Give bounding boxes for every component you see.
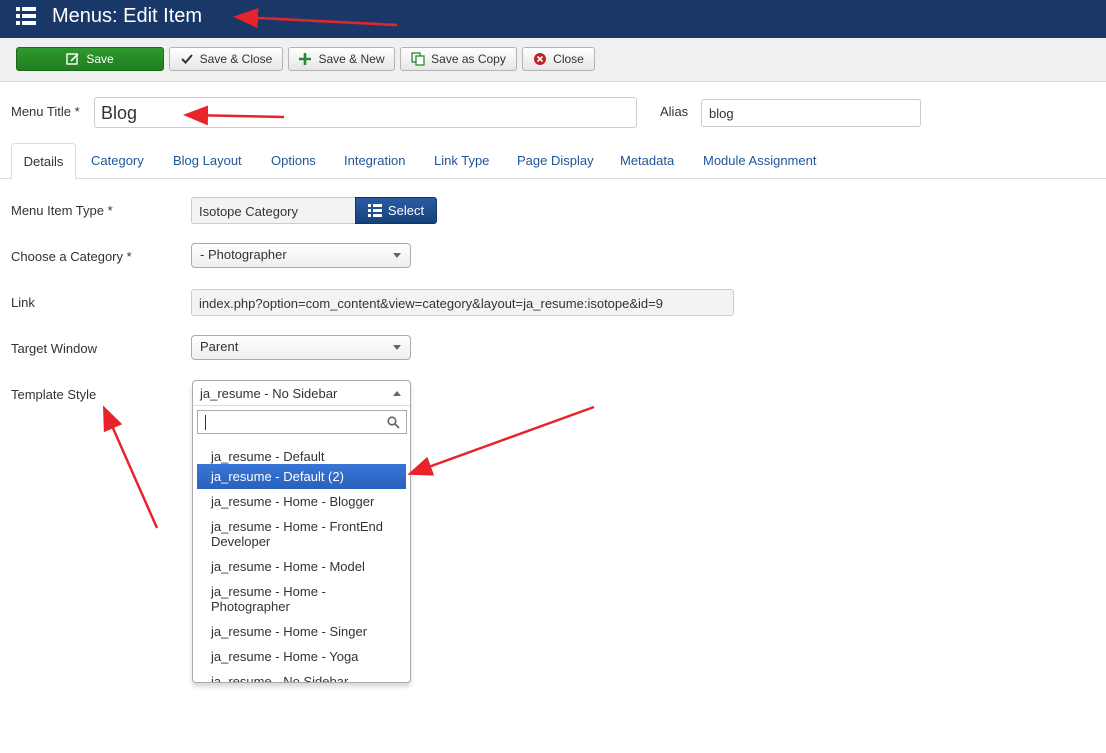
close-button[interactable]: Close (522, 47, 595, 71)
menu-item-type-field: Isotope Category (191, 197, 357, 224)
select-type-button[interactable]: Select (355, 197, 437, 224)
plus-icon (299, 53, 312, 65)
save-copy-button[interactable]: Save as Copy (400, 47, 517, 71)
dropdown-search-input[interactable] (197, 410, 407, 434)
link-label: Link (11, 295, 35, 310)
dropdown-option[interactable]: ja_resume - Home - Yoga (197, 649, 406, 674)
dropdown-option[interactable]: ja_resume - Home - Photographer (197, 584, 406, 624)
tab-blog-layout[interactable]: Blog Layout (173, 153, 242, 168)
menu-title-input[interactable]: Blog (94, 97, 637, 128)
target-window-label: Target Window (11, 341, 97, 356)
toolbar: Save Save & Close Save & New Save as Cop… (0, 38, 1106, 82)
chevron-down-icon (393, 253, 401, 258)
template-style-value: ja_resume - No Sidebar (200, 386, 338, 401)
page-title: Menus: Edit Item (52, 5, 203, 27)
tab-bar: Details Category Blog Layout Options Int… (0, 143, 1106, 180)
dropdown-option[interactable]: ja_resume - No Sidebar (197, 674, 406, 682)
close-label: Close (553, 52, 584, 66)
save-close-label: Save & Close (199, 52, 273, 66)
dropdown-option-highlighted[interactable]: ja_resume - Default (2) (197, 464, 406, 489)
save-new-label: Save & New (318, 52, 385, 66)
check-icon (180, 54, 193, 64)
target-window-select[interactable]: Parent (191, 335, 411, 360)
tab-integration[interactable]: Integration (344, 153, 405, 168)
tab-options[interactable]: Options (271, 153, 316, 168)
select-button-label: Select (387, 203, 425, 218)
tab-module-assignment[interactable]: Module Assignment (703, 153, 816, 168)
arrow-to-template-label (102, 405, 159, 529)
template-style-selected[interactable]: ja_resume - No Sidebar (193, 381, 410, 406)
chevron-down-icon (393, 345, 401, 350)
save-button[interactable]: Save (16, 47, 164, 71)
tab-category[interactable]: Category (91, 153, 144, 168)
category-label: Choose a Category * (11, 249, 132, 264)
tab-page-display[interactable]: Page Display (517, 153, 594, 168)
template-style-label: Template Style (11, 387, 97, 402)
save-new-button[interactable]: Save & New (288, 47, 395, 71)
dropdown-option[interactable]: ja_resume - Home - Singer (197, 624, 406, 649)
copy-icon (411, 52, 425, 66)
link-field: index.php?option=com_content&view=catego… (191, 289, 734, 316)
chevron-up-icon (393, 391, 401, 396)
arrow-to-highlighted-option (407, 405, 595, 476)
edit-icon (66, 53, 79, 65)
menu-grid-icon (16, 7, 36, 25)
close-circle-icon (534, 53, 547, 65)
menu-item-type-label: Menu Item Type * (11, 203, 113, 218)
template-style-dropdown[interactable]: ja_resume - No Sidebar ja_resume - Defau… (192, 380, 411, 683)
target-window-value: Parent (200, 339, 239, 354)
category-value: - Photographer (200, 247, 287, 262)
dropdown-option[interactable]: ja_resume - Home - FrontEnd Developer (197, 519, 406, 559)
save-copy-label: Save as Copy (431, 52, 506, 66)
app-header: Menus: Edit Item (0, 0, 1106, 38)
tab-details[interactable]: Details (11, 143, 76, 180)
save-label: Save (86, 52, 114, 66)
alias-input[interactable]: blog (701, 99, 921, 127)
save-close-button[interactable]: Save & Close (169, 47, 283, 71)
tab-metadata[interactable]: Metadata (620, 153, 674, 168)
category-select[interactable]: - Photographer (191, 243, 411, 268)
list-icon (367, 204, 382, 217)
text-cursor (205, 415, 206, 430)
menu-title-label: Menu Title * (11, 104, 80, 119)
dropdown-option[interactable]: ja_resume - Home - Blogger (197, 494, 406, 519)
search-icon (387, 416, 400, 429)
dropdown-option[interactable]: ja_resume - Home - Model (197, 559, 406, 584)
tab-link-type[interactable]: Link Type (434, 153, 489, 168)
alias-label: Alias (660, 104, 689, 119)
